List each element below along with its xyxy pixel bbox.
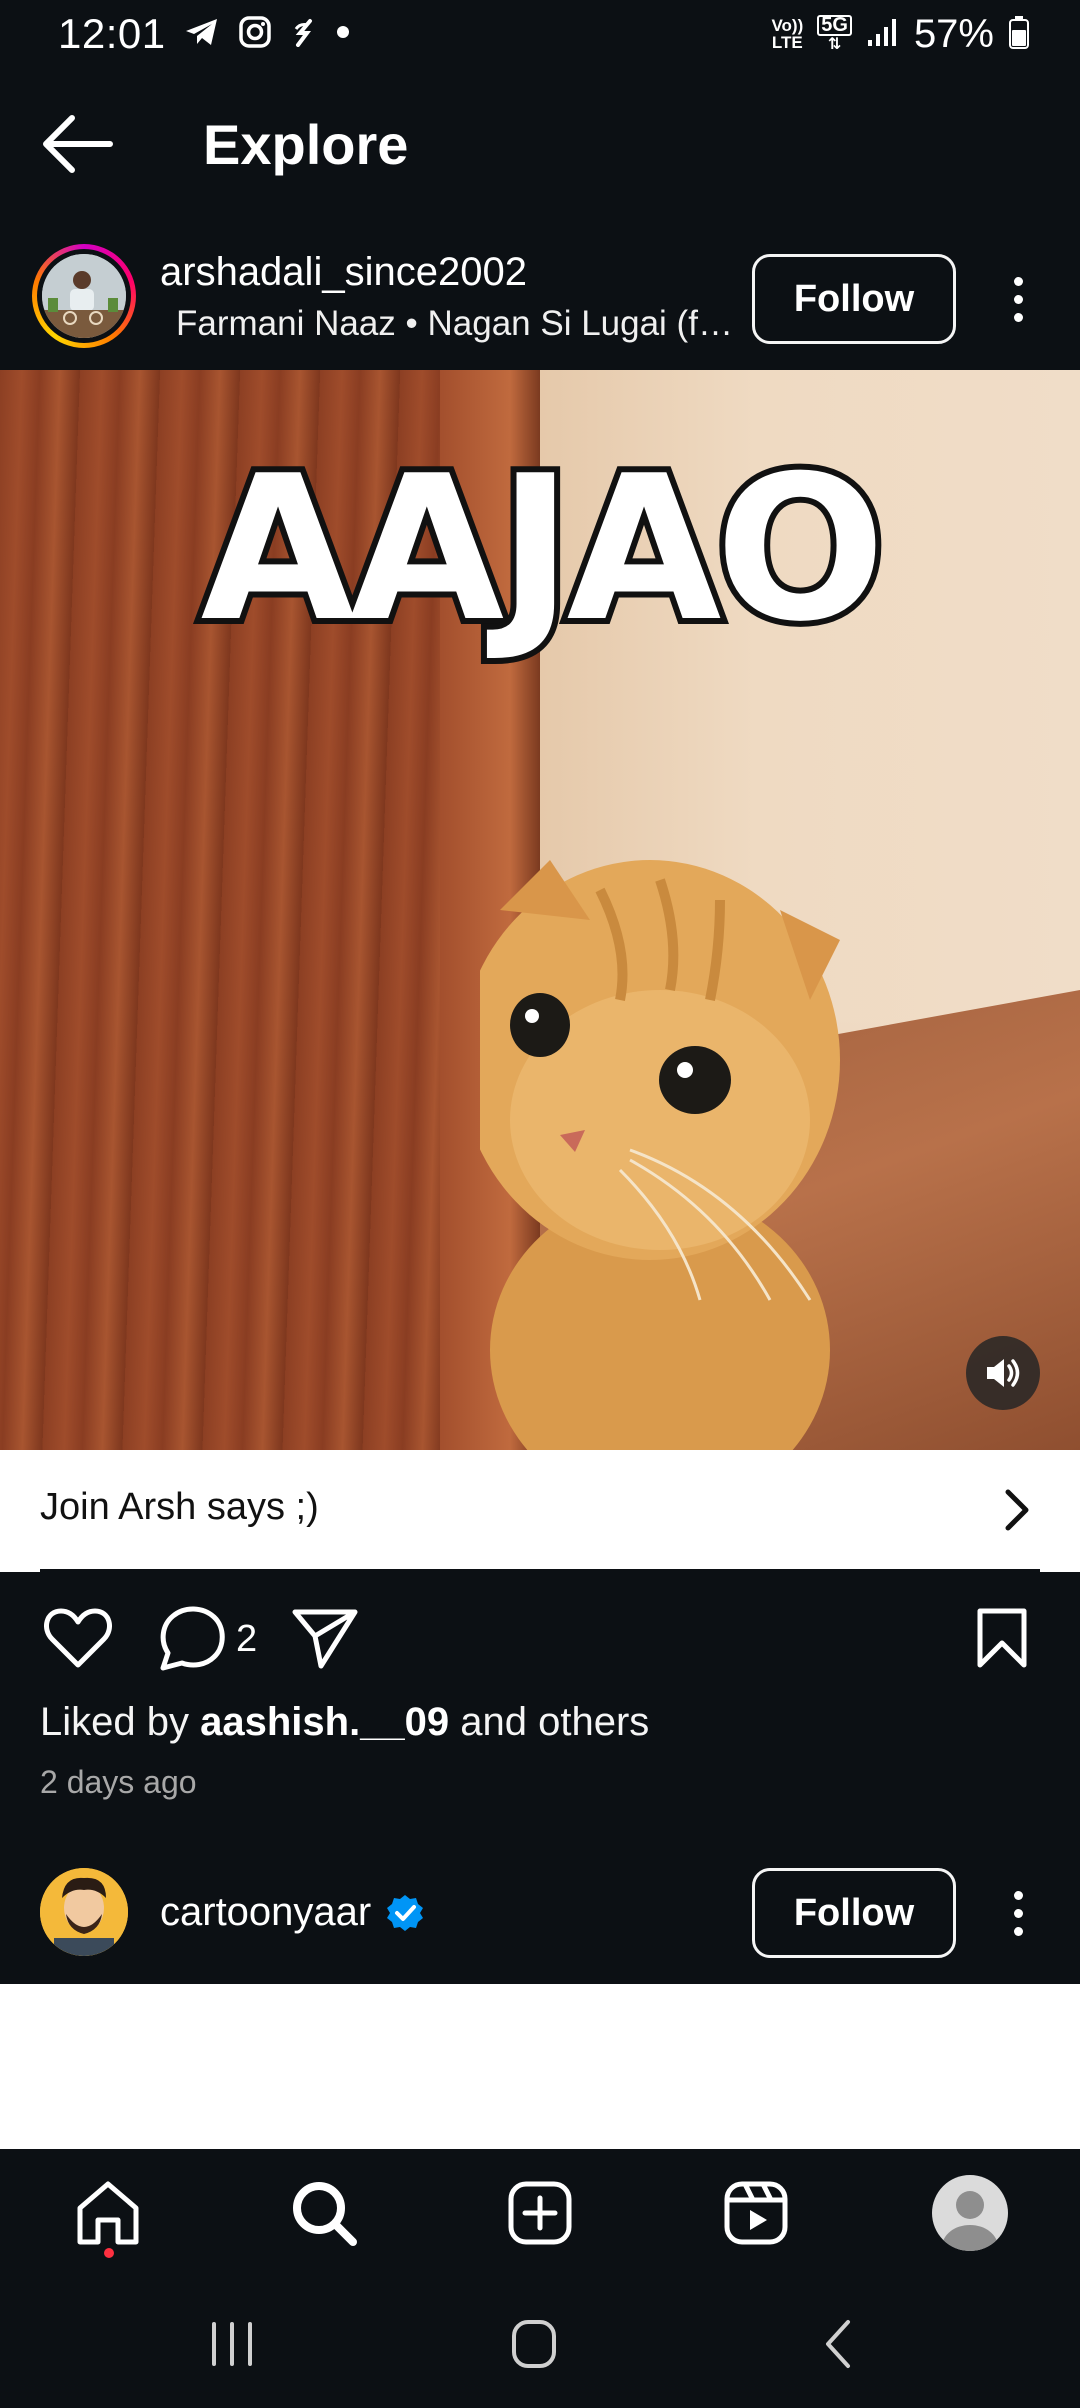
- page-title: Explore: [203, 113, 409, 176]
- 5g-icon: 5G ⇅: [817, 15, 852, 53]
- nav-create[interactable]: [498, 2171, 582, 2255]
- share-button[interactable]: [290, 1602, 362, 1674]
- likes-prefix: Liked by: [40, 1700, 201, 1744]
- nav-search[interactable]: [282, 2171, 366, 2255]
- audio-title: Farmani Naaz • Nagan Si Lugai (f…: [176, 304, 730, 343]
- nav-reels[interactable]: [714, 2171, 798, 2255]
- next-post-header: cartoonyaar Follow: [0, 1840, 1080, 1984]
- heart-icon: [44, 1608, 112, 1668]
- likes-suffix: and others: [449, 1700, 650, 1744]
- audio-link[interactable]: Farmani Naaz • Nagan Si Lugai (f…: [160, 304, 730, 344]
- battery-percent: 57%: [913, 11, 994, 56]
- battery-icon: [1008, 15, 1030, 54]
- threads-icon: [290, 17, 318, 52]
- bottom-navigation: [0, 2149, 1080, 2276]
- search-icon: [293, 2182, 357, 2246]
- instagram-icon: [238, 15, 272, 54]
- recent-apps-icon: [212, 2322, 252, 2366]
- post-username[interactable]: arshadali_since2002: [160, 250, 527, 295]
- next-post-media-placeholder: [0, 1984, 1080, 2149]
- story-avatar[interactable]: [32, 244, 136, 348]
- send-icon: [292, 1609, 358, 1669]
- more-dot-icon: [1013, 1926, 1023, 1936]
- 5g-label: 5G: [817, 15, 852, 36]
- home-notification-dot: [104, 2248, 114, 2258]
- avatar-photo: [42, 254, 126, 338]
- more-dot-icon: [1013, 312, 1023, 322]
- next-post-username[interactable]: cartoonyaar: [160, 1890, 425, 1935]
- post-header: arshadali_since2002 Farmani Naaz • Nagan…: [0, 228, 1080, 370]
- reels-icon: [724, 2181, 788, 2245]
- cat-image: [480, 860, 840, 1450]
- like-button[interactable]: [42, 1602, 114, 1674]
- volte-top: Vo)): [771, 16, 804, 35]
- bookmark-icon: [977, 1608, 1027, 1668]
- post-media[interactable]: AAJAO: [0, 370, 1080, 1450]
- signal-icon: [866, 16, 900, 53]
- comment-icon: [160, 1606, 225, 1671]
- back-button[interactable]: [40, 112, 120, 176]
- next-post-avatar[interactable]: [40, 1868, 128, 1956]
- follow-button[interactable]: Follow: [752, 254, 956, 344]
- comment-count: 2: [236, 1618, 258, 1660]
- likes-summary[interactable]: Liked by aashish.__09 and others: [40, 1700, 649, 1745]
- default-avatar-icon: [942, 2191, 998, 2251]
- caption-cta[interactable]: Join Arsh says ;): [0, 1450, 1080, 1572]
- more-dot-icon: [1013, 276, 1023, 286]
- telegram-icon: [184, 16, 220, 53]
- volume-icon: [987, 1359, 1020, 1387]
- cta-text: Join Arsh says ;): [40, 1486, 319, 1528]
- status-time: 12:01: [58, 10, 166, 57]
- more-dot-icon: [1013, 1890, 1023, 1900]
- system-navigation: [0, 2276, 1080, 2408]
- top-header: Explore: [0, 68, 1080, 228]
- volte-bottom: LTE: [771, 33, 803, 52]
- back-system-button[interactable]: [810, 2316, 870, 2372]
- avatar-border: [37, 249, 131, 343]
- home-icon: [77, 2181, 139, 2245]
- more-dot-icon: [1013, 1908, 1023, 1918]
- create-post-icon: [508, 2181, 572, 2245]
- verified-badge-icon: [387, 1894, 424, 1931]
- status-bar: 12:01 Vo)) LTE 5G ⇅ 57%: [0, 0, 1080, 68]
- audio-toggle-button[interactable]: [966, 1336, 1040, 1410]
- notification-dot-icon: [336, 25, 350, 44]
- post-actions: 2: [0, 1572, 1080, 1702]
- back-arrow-icon: [43, 115, 113, 173]
- volte-icon: Vo)) LTE: [771, 17, 803, 51]
- more-options-button[interactable]: [998, 264, 1038, 334]
- media-overlay-text: AAJAO: [195, 433, 892, 666]
- profile-avatar: [932, 2175, 1008, 2251]
- recent-apps-button[interactable]: [202, 2316, 262, 2372]
- likes-user[interactable]: aashish.__09: [200, 1700, 449, 1744]
- next-post-follow-button[interactable]: Follow: [752, 1868, 956, 1958]
- save-button[interactable]: [966, 1602, 1038, 1674]
- nav-home[interactable]: [66, 2171, 150, 2255]
- next-username-text: cartoonyaar: [160, 1890, 372, 1934]
- home-system-icon: [512, 2320, 556, 2368]
- nav-profile[interactable]: [928, 2171, 1012, 2255]
- comment-button[interactable]: [156, 1602, 228, 1674]
- next-post-more-button[interactable]: [998, 1878, 1038, 1948]
- home-system-button[interactable]: [504, 2316, 564, 2372]
- more-dot-icon: [1013, 294, 1023, 304]
- back-system-icon: [826, 2320, 850, 2368]
- chevron-right-icon: [1005, 1489, 1029, 1531]
- post-timestamp: 2 days ago: [40, 1764, 197, 1800]
